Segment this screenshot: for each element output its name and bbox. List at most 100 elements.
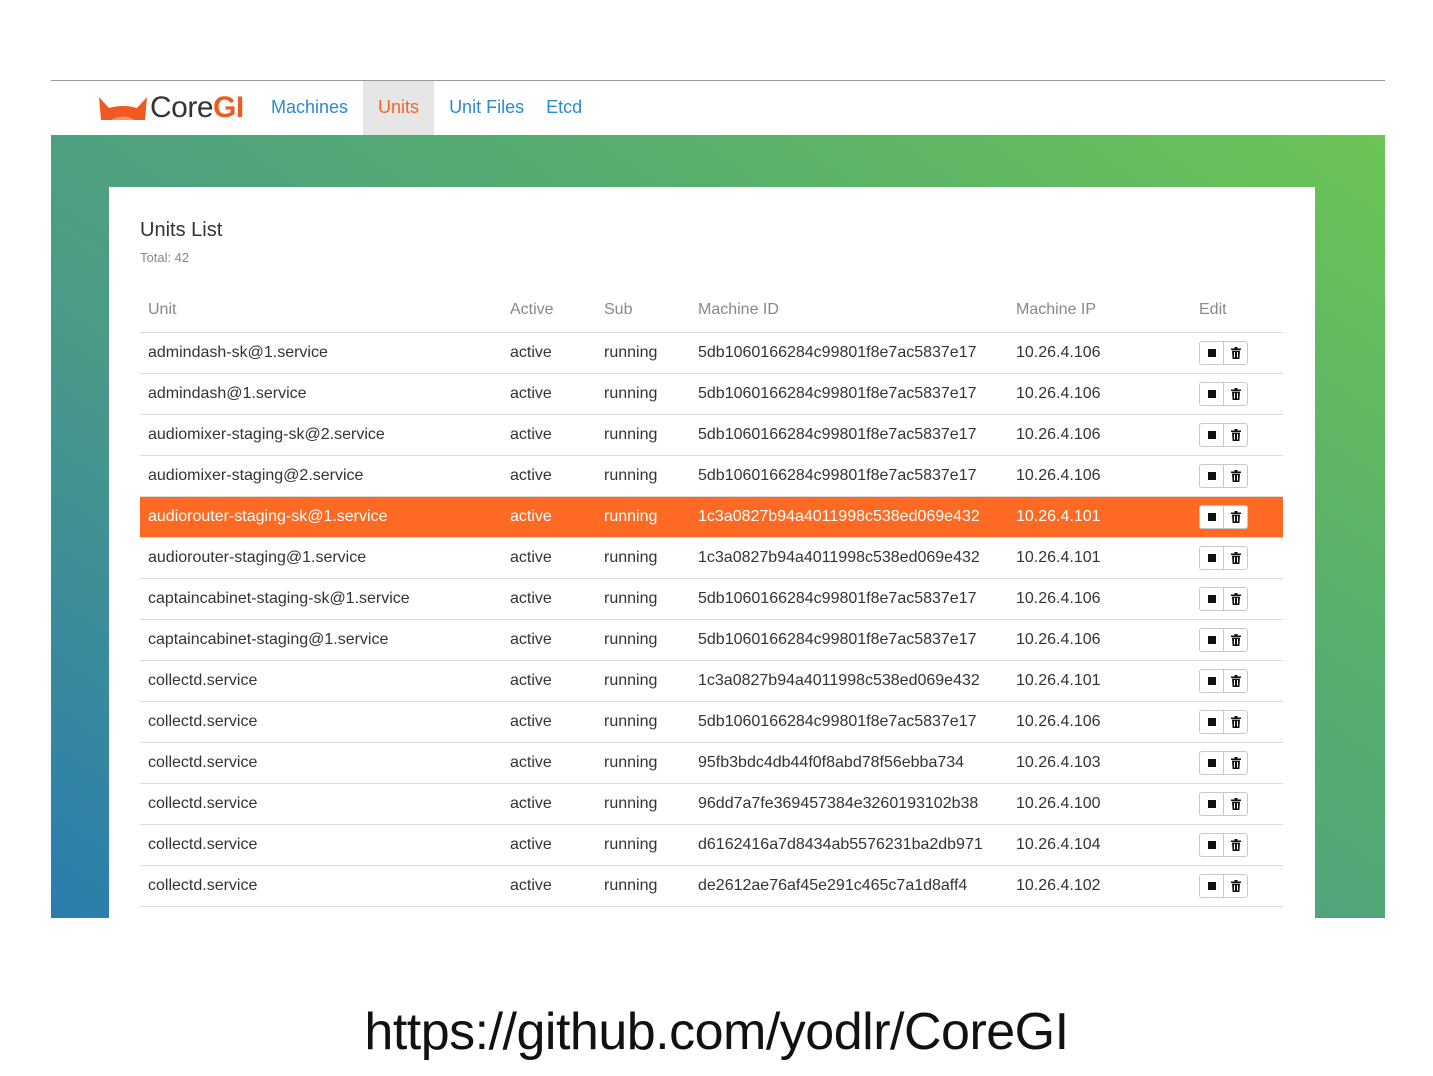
delete-button[interactable]	[1223, 506, 1247, 528]
delete-button[interactable]	[1223, 465, 1247, 487]
delete-button[interactable]	[1223, 547, 1247, 569]
machine-ip-cell: 10.26.4.106	[1008, 578, 1191, 620]
stop-button[interactable]	[1200, 383, 1223, 405]
brand[interactable]: CoreGI	[97, 91, 244, 125]
active-cell: active	[502, 537, 596, 579]
unit-cell: audiorouter-staging-sk@1.service	[140, 496, 502, 538]
stop-icon	[1207, 800, 1216, 808]
delete-button[interactable]	[1223, 383, 1247, 405]
stop-button[interactable]	[1200, 588, 1223, 610]
table-row[interactable]: collectd.service active running 96dd7a7fe36…	[140, 783, 1283, 825]
edit-cell	[1191, 619, 1283, 661]
nav-item-etcd[interactable]: Etcd	[535, 81, 593, 135]
table-row[interactable]: admindash-sk@1.service active running 5db10…	[140, 332, 1283, 374]
machine-ip-cell: 10.26.4.101	[1008, 496, 1191, 538]
machine-ip-cell: 10.26.4.101	[1008, 537, 1191, 579]
edit-button-group	[1199, 505, 1248, 529]
navbar: CoreGI Machines Units Unit Files Etcd	[51, 81, 1385, 135]
edit-cell	[1191, 742, 1283, 784]
table-row[interactable]: collectd.service active running d6162416a7d…	[140, 824, 1283, 866]
stop-icon	[1207, 841, 1216, 849]
machine-id-cell: 5db1060166284c99801f8e7ac5837e17	[690, 701, 1008, 743]
delete-button[interactable]	[1223, 793, 1247, 815]
stop-button[interactable]	[1200, 834, 1223, 856]
nav-item-machines[interactable]: Machines	[260, 81, 359, 135]
stop-icon	[1207, 431, 1216, 439]
stop-button[interactable]	[1200, 342, 1223, 364]
active-cell: active	[502, 414, 596, 456]
stop-icon	[1207, 554, 1216, 562]
delete-button[interactable]	[1223, 629, 1247, 651]
stop-button[interactable]	[1200, 711, 1223, 733]
unit-cell: admindash-sk@1.service	[140, 332, 502, 374]
machine-ip-cell: 10.26.4.103	[1008, 742, 1191, 784]
table-row[interactable]: collectd.service active running de2612ae76a…	[140, 865, 1283, 907]
stop-icon	[1207, 349, 1216, 357]
brand-core: Core	[150, 91, 214, 124]
machine-id-cell: 1c3a0827b94a4011998c538ed069e432	[690, 537, 1008, 579]
table-row[interactable]: audiomixer-staging-sk@2.service active run…	[140, 414, 1283, 456]
stop-icon	[1207, 882, 1216, 890]
delete-button[interactable]	[1223, 424, 1247, 446]
machine-ip-cell: 10.26.4.106	[1008, 332, 1191, 374]
delete-button[interactable]	[1223, 588, 1247, 610]
delete-button[interactable]	[1223, 752, 1247, 774]
edit-button-group	[1199, 751, 1248, 775]
edit-button-group	[1199, 587, 1248, 611]
trash-icon	[1230, 798, 1241, 810]
stop-button[interactable]	[1200, 465, 1223, 487]
delete-button[interactable]	[1223, 711, 1247, 733]
active-cell: active	[502, 865, 596, 907]
table-row[interactable]: audiomixer-staging@2.service active runnin…	[140, 455, 1283, 497]
stop-button[interactable]	[1200, 793, 1223, 815]
stop-icon	[1207, 390, 1216, 398]
trash-icon	[1230, 347, 1241, 359]
table-row[interactable]: collectd.service active running 5db10601662…	[140, 701, 1283, 743]
nav-item-units[interactable]: Units	[363, 81, 435, 135]
machine-ip-cell: 10.26.4.106	[1008, 455, 1191, 497]
stop-button[interactable]	[1200, 424, 1223, 446]
nav-item-unit-files[interactable]: Unit Files	[438, 81, 535, 135]
table-row[interactable]: captaincabinet-staging@1.service active ru…	[140, 619, 1283, 661]
table-row[interactable]: audiorouter-staging-sk@1.service active ru…	[140, 496, 1283, 538]
edit-cell	[1191, 578, 1283, 620]
table-row[interactable]: collectd.service active running 1c3a0827b94…	[140, 660, 1283, 702]
table-row[interactable]: audiorouter-staging@1.service active runni…	[140, 537, 1283, 579]
stop-button[interactable]	[1200, 670, 1223, 692]
stop-button[interactable]	[1200, 875, 1223, 897]
active-cell: active	[502, 701, 596, 743]
delete-button[interactable]	[1223, 670, 1247, 692]
delete-button[interactable]	[1223, 875, 1247, 897]
stop-button[interactable]	[1200, 629, 1223, 651]
stop-icon	[1207, 513, 1216, 521]
machine-id-cell: 5db1060166284c99801f8e7ac5837e17	[690, 373, 1008, 415]
stop-icon	[1207, 677, 1216, 685]
delete-button[interactable]	[1223, 834, 1247, 856]
unit-cell: collectd.service	[140, 824, 502, 866]
stop-button[interactable]	[1200, 752, 1223, 774]
unit-cell: collectd.service	[140, 742, 502, 784]
active-cell: active	[502, 578, 596, 620]
machine-id-cell: 1c3a0827b94a4011998c538ed069e432	[690, 660, 1008, 702]
machine-id-cell: 95fb3bdc4db44f0f8abd78f56ebba734	[690, 742, 1008, 784]
page-title: Units List	[140, 219, 223, 241]
machine-id-cell: 96dd7a7fe369457384e3260193102b38	[690, 783, 1008, 825]
coregi-app: CoreGI Machines Units Unit Files Etcd Units…	[51, 80, 1385, 918]
main-nav: Machines Units Unit Files Etcd	[260, 81, 593, 135]
table-row[interactable]: captaincabinet-staging-sk@1.service activ…	[140, 578, 1283, 620]
table-row[interactable]: collectd.service active running 95fb3bdc4db…	[140, 742, 1283, 784]
sub-cell: running	[596, 373, 690, 415]
table-row[interactable]: admindash@1.service active running 5db10601…	[140, 373, 1283, 415]
column-header-machine-ip: Machine IP	[1008, 288, 1191, 333]
units-table: Unit Active Sub Machine ID Machine IP Edit ad…	[140, 288, 1283, 907]
edit-button-group	[1199, 546, 1248, 570]
edit-button-group	[1199, 833, 1248, 857]
repo-url: https://github.com/yodlr/CoreGI	[364, 1003, 1069, 1061]
stop-button[interactable]	[1200, 506, 1223, 528]
machine-id-cell: 5db1060166284c99801f8e7ac5837e17	[690, 455, 1008, 497]
machine-ip-cell: 10.26.4.106	[1008, 701, 1191, 743]
delete-button[interactable]	[1223, 342, 1247, 364]
machine-id-cell: 1c3a0827b94a4011998c538ed069e432	[690, 496, 1008, 538]
stop-button[interactable]	[1200, 547, 1223, 569]
stop-icon	[1207, 472, 1216, 480]
